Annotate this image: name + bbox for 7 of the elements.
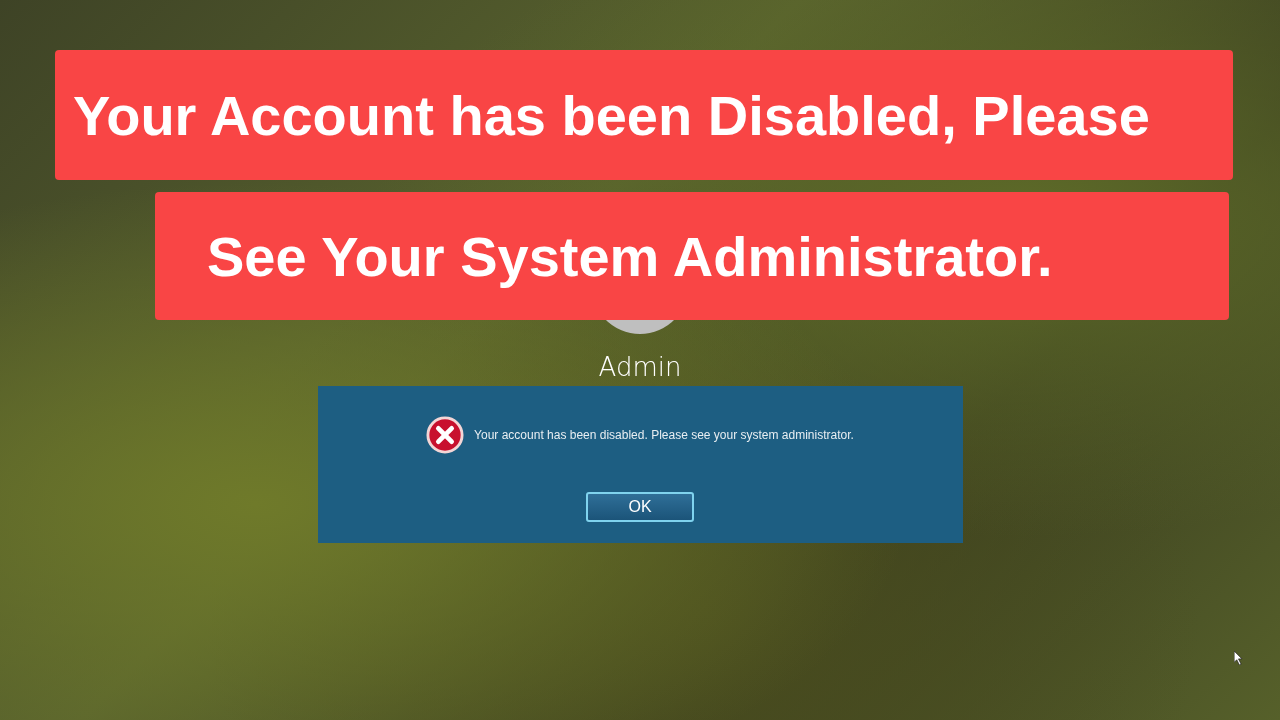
caption-banner: Your Account has been Disabled, Please [55,50,1233,180]
mouse-pointer-icon [1234,651,1243,665]
ok-button[interactable]: OK [586,492,694,522]
error-message: Your account has been disabled. Please see your system administrator. [474,428,854,442]
caption-banner: See Your System Administrator. [155,192,1229,320]
error-icon [426,416,465,454]
username: Admin [598,351,682,384]
